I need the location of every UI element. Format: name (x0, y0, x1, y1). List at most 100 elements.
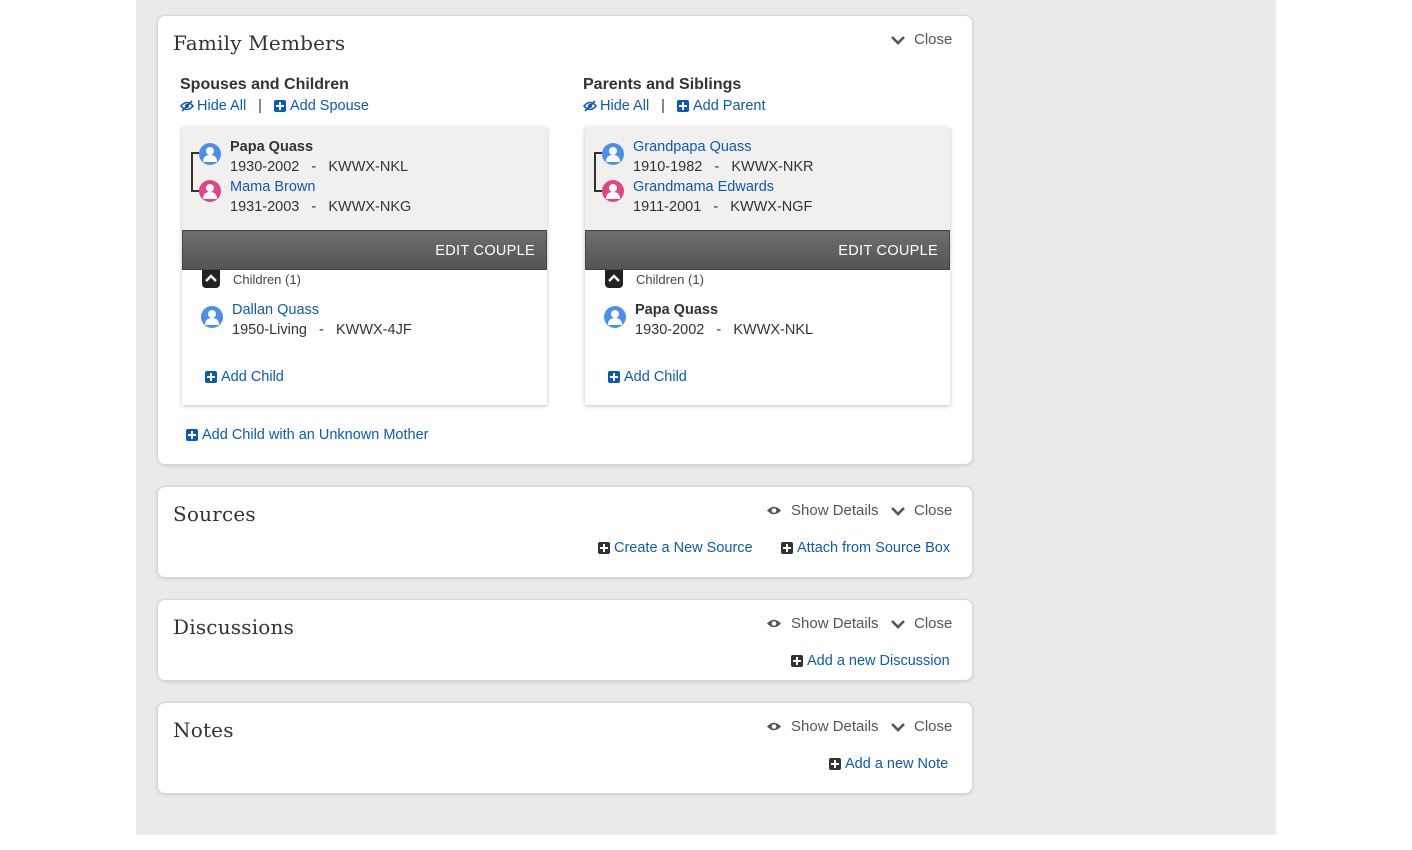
show-details-label: Show Details (791, 718, 879, 735)
eye-slash-icon (583, 100, 597, 112)
couple-block: Grandpapa Quass 1910-1982 - KWWX-NKR Gra… (585, 127, 950, 231)
edit-couple-button[interactable]: EDIT COUPLE (585, 230, 950, 270)
female-avatar-icon (602, 180, 624, 202)
parent-family-card: Grandpapa Quass 1910-1982 - KWWX-NKR Gra… (585, 127, 950, 405)
discussions-panel: Discussions Show Details Close Add a new… (157, 599, 973, 681)
eye-slash-icon (180, 100, 194, 112)
male-avatar-icon (604, 306, 626, 328)
plus-icon (608, 371, 620, 383)
person-lifespan: 1931-2003 - KWWX-NKG (230, 199, 412, 215)
spouses-and-children-title: Spouses and Children (180, 76, 349, 93)
show-details-label: Show Details (791, 615, 879, 632)
male-avatar-icon (199, 143, 221, 165)
close-label: Close (914, 502, 953, 519)
add-child-link[interactable]: Add Child (205, 369, 284, 385)
add-new-note-link[interactable]: Add a new Note (829, 756, 948, 772)
family-members-close-button[interactable]: Close (891, 31, 952, 48)
plus-icon (598, 542, 610, 554)
chevron-up-icon (202, 270, 220, 288)
children-count-label: Children (1) (233, 272, 301, 287)
parents-and-siblings-title: Parents and Siblings (583, 76, 742, 93)
attach-from-source-box-label: Attach from Source Box (797, 540, 951, 556)
discussions-title: Discussions (173, 615, 295, 639)
add-child-label: Add Child (221, 369, 284, 385)
notes-title: Notes (173, 718, 234, 742)
children-count-label: Children (1) (636, 272, 704, 287)
person-name-link[interactable]: Grandmama Edwards (633, 179, 774, 195)
plus-icon (273, 100, 286, 112)
person-name-link[interactable]: Grandpapa Quass (633, 139, 752, 155)
child-name: Papa Quass (635, 302, 719, 318)
male-avatar-icon (602, 143, 624, 165)
add-child-link[interactable]: Add Child (608, 369, 687, 385)
add-parent-label: Add Parent (692, 98, 766, 114)
spouses-actions: Hide All | Add Spouse (180, 98, 369, 114)
notes-panel: Notes Show Details Close Add a new Note (157, 702, 973, 794)
sources-panel: Sources Show Details Close Create a New … (157, 486, 973, 578)
edit-couple-button[interactable]: EDIT COUPLE (182, 230, 547, 270)
plus-icon (791, 655, 803, 667)
close-label: Close (914, 31, 953, 48)
hide-all-label: Hide All (197, 98, 247, 114)
child-lifespan: 1950-Living - KWWX-4JF (232, 322, 412, 338)
children-toggle[interactable]: Children (1) (605, 270, 704, 288)
separator: | (661, 98, 665, 114)
child-name-link[interactable]: Dallan Quass (232, 302, 319, 318)
add-new-note-label: Add a new Note (845, 756, 949, 772)
chevron-down-icon (891, 722, 905, 732)
person-lifespan: 1910-1982 - KWWX-NKR (633, 159, 814, 175)
add-spouse-link[interactable]: Add Spouse (273, 98, 369, 114)
plus-icon (676, 100, 689, 112)
couple-bracket (191, 152, 199, 192)
attach-from-source-box-link[interactable]: Attach from Source Box (781, 540, 950, 556)
add-child-unknown-mother-label: Add Child with an Unknown Mother (202, 427, 429, 443)
chevron-down-icon (891, 506, 905, 516)
family-members-title: Family Members (173, 31, 346, 55)
eye-icon (767, 722, 781, 731)
create-new-source-label: Create a New Source (614, 540, 753, 556)
add-child-unknown-mother-link[interactable]: Add Child with an Unknown Mother (186, 427, 428, 443)
children-toggle[interactable]: Children (1) (202, 270, 301, 288)
close-label: Close (914, 615, 953, 632)
notes-show-details-button[interactable]: Show Details (766, 718, 879, 735)
separator: | (258, 98, 262, 114)
discussions-show-details-button[interactable]: Show Details (766, 615, 879, 632)
female-avatar-icon (199, 180, 221, 202)
couple-bracket (594, 152, 602, 192)
chevron-down-icon (891, 619, 905, 629)
add-child-label: Add Child (624, 369, 687, 385)
discussions-close-button[interactable]: Close (891, 615, 952, 632)
hide-all-spouses-link[interactable]: Hide All (180, 98, 246, 114)
plus-icon (186, 429, 198, 441)
person-lifespan: 1911-2001 - KWWX-NGF (633, 199, 813, 215)
spouse-family-card: Papa Quass 1930-2002 - KWWX-NKL Mama Bro… (182, 127, 547, 405)
chevron-up-icon (605, 270, 623, 288)
person-lifespan: 1930-2002 - KWWX-NKL (230, 159, 409, 175)
sources-close-button[interactable]: Close (891, 502, 952, 519)
show-details-label: Show Details (791, 502, 879, 519)
add-spouse-label: Add Spouse (289, 98, 369, 114)
eye-icon (767, 619, 781, 628)
plus-icon (205, 371, 217, 383)
person-name: Papa Quass (230, 139, 314, 155)
parents-actions: Hide All | Add Parent (583, 98, 766, 114)
add-new-discussion-link[interactable]: Add a new Discussion (791, 653, 950, 669)
hide-all-parents-link[interactable]: Hide All (583, 98, 649, 114)
family-members-panel: Family Members Close Spouses and Childre… (157, 15, 973, 465)
hide-all-label: Hide All (600, 98, 650, 114)
person-name-link[interactable]: Mama Brown (230, 179, 315, 195)
add-new-discussion-label: Add a new Discussion (807, 653, 950, 669)
sources-show-details-button[interactable]: Show Details (766, 502, 879, 519)
couple-block: Papa Quass 1930-2002 - KWWX-NKL Mama Bro… (182, 127, 547, 231)
child-lifespan: 1930-2002 - KWWX-NKL (635, 322, 814, 338)
chevron-down-icon (891, 35, 905, 45)
plus-icon (829, 758, 841, 770)
plus-icon (781, 542, 793, 554)
male-avatar-icon (201, 306, 223, 328)
notes-close-button[interactable]: Close (891, 718, 952, 735)
sources-title: Sources (173, 502, 256, 526)
eye-icon (767, 506, 781, 515)
create-new-source-link[interactable]: Create a New Source (598, 540, 753, 556)
add-parent-link[interactable]: Add Parent (676, 98, 766, 114)
close-label: Close (914, 718, 953, 735)
